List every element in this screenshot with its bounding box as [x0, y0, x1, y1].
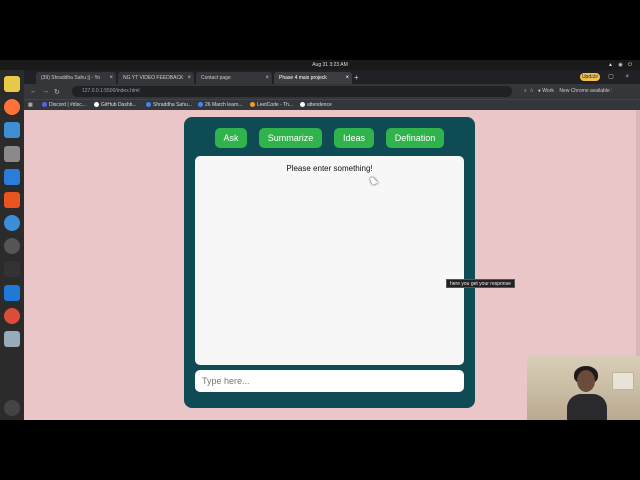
bookmarks-bar: ▦ Discord | #disc... GitHub Dashb... Shr… [24, 99, 640, 110]
definition-button[interactable]: Defination [386, 128, 444, 148]
person-head [577, 370, 595, 392]
bookmark-label: Discord | #disc... [49, 102, 86, 108]
menu-icon[interactable]: ⋮ [611, 88, 612, 94]
window-controls[interactable]: — ▢ × [590, 72, 634, 82]
forward-icon[interactable]: → [42, 88, 49, 95]
ask-button[interactable]: Ask [215, 128, 247, 148]
close-icon[interactable]: × [345, 72, 349, 84]
show-apps-icon[interactable] [4, 400, 20, 416]
help-icon[interactable] [4, 215, 20, 231]
star-icon[interactable]: ☆ [530, 88, 534, 94]
webcam-overlay [527, 356, 640, 420]
bookmark-march[interactable]: 26 March learn... [198, 102, 243, 108]
chrome-canary-icon[interactable] [4, 76, 20, 92]
response-text: Please enter something! [286, 164, 373, 173]
vscode-icon[interactable] [4, 285, 20, 301]
close-icon[interactable]: × [265, 72, 269, 84]
github-icon [94, 102, 99, 107]
tab-label: (39) Shraddha Sahu || - Yo [41, 75, 101, 81]
tab-contact[interactable]: Contact page × [196, 72, 272, 84]
chat-card: Ask Summarize Ideas Defination Please en… [184, 117, 475, 408]
bookmark-label: LeetCode - Th... [257, 102, 294, 108]
close-icon[interactable]: × [187, 72, 191, 84]
url-field[interactable]: 127.0.0.1:5500/index.html [72, 86, 512, 97]
new-chrome-button[interactable]: New Chrome available [559, 88, 609, 94]
bookmark-label: Shraddha Sahu... [153, 102, 192, 108]
trash-icon[interactable] [4, 331, 20, 347]
firefox-icon[interactable] [4, 99, 20, 115]
system-tray-icons[interactable]: ▲ ◉ ⏻ [608, 62, 634, 68]
toolbar-right: ⌕ ☆ ● Work New Chrome available ⋮ [524, 88, 612, 94]
terminal-icon[interactable] [4, 261, 20, 277]
bookmark-label: 26 March learn... [205, 102, 243, 108]
background-shelf [612, 372, 634, 390]
doc-icon [198, 102, 203, 107]
summarize-button[interactable]: Summarize [259, 128, 322, 148]
chrome-icon[interactable] [4, 308, 20, 324]
os-dock [0, 70, 24, 420]
bookmark-discord[interactable]: Discord | #disc... [42, 102, 86, 108]
thunderbird-icon[interactable] [4, 122, 20, 138]
url-text: 127.0.0.1:5500/index.html [82, 88, 140, 94]
obs-icon[interactable] [4, 238, 20, 254]
response-tooltip: here you get your response [446, 279, 515, 288]
reload-icon[interactable]: ↻ [54, 88, 60, 96]
leetcode-icon [250, 102, 255, 107]
files-icon[interactable] [4, 146, 20, 162]
bookmark-leetcode[interactable]: LeetCode - Th... [250, 102, 293, 108]
tab-label: Contact page [201, 75, 231, 81]
tab-youtube[interactable]: (39) Shraddha Sahu || - Yo × [36, 72, 116, 84]
tab-phase4[interactable]: Phase 4 mais projeck × [274, 72, 352, 84]
new-tab-button[interactable]: + [354, 72, 359, 84]
bookmark-label: GitHub Dashb... [101, 102, 137, 108]
apps-grid-icon[interactable]: ▦ [28, 102, 33, 108]
discord-icon [42, 102, 47, 107]
bookmark-github[interactable]: GitHub Dashb... [94, 102, 137, 108]
response-output: Please enter something! [195, 156, 464, 365]
prompt-input[interactable] [195, 370, 464, 392]
doc-icon [146, 102, 151, 107]
tab-feedback[interactable]: NG YT VIDEO FEEDBACK × [118, 72, 194, 84]
screen: Aug 31 3:23 AM ▲ ◉ ⏻ (39) Shraddha Sahu … [0, 0, 640, 480]
letterbox-bottom [0, 420, 640, 480]
close-icon[interactable]: × [109, 72, 113, 84]
globe-icon [300, 102, 305, 107]
tab-bar: (39) Shraddha Sahu || - Yo × NG YT VIDEO … [24, 70, 640, 84]
writer-icon[interactable] [4, 169, 20, 185]
person-body [567, 394, 607, 420]
app-center-icon[interactable] [4, 192, 20, 208]
profile-label[interactable]: Work [542, 88, 554, 94]
os-top-bar: Aug 31 3:23 AM ▲ ◉ ⏻ [0, 60, 640, 70]
address-bar: ← → ↻ 127.0.0.1:5500/index.html ⌕ ☆ ● Wo… [24, 84, 640, 99]
profile-avatar[interactable]: ● [538, 88, 541, 94]
back-icon[interactable]: ← [30, 88, 37, 95]
bookmark-label: attendence [307, 102, 332, 108]
zoom-icon[interactable]: ⌕ [524, 88, 527, 94]
tab-label: NG YT VIDEO FEEDBACK [123, 75, 184, 81]
os-clock[interactable]: Aug 31 3:23 AM [300, 62, 360, 68]
bookmark-attendence[interactable]: attendence [300, 102, 332, 108]
ideas-button[interactable]: Ideas [334, 128, 374, 148]
tab-label: Phase 4 mais projeck [279, 75, 327, 81]
bookmark-shraddha[interactable]: Shraddha Sahu... [146, 102, 192, 108]
